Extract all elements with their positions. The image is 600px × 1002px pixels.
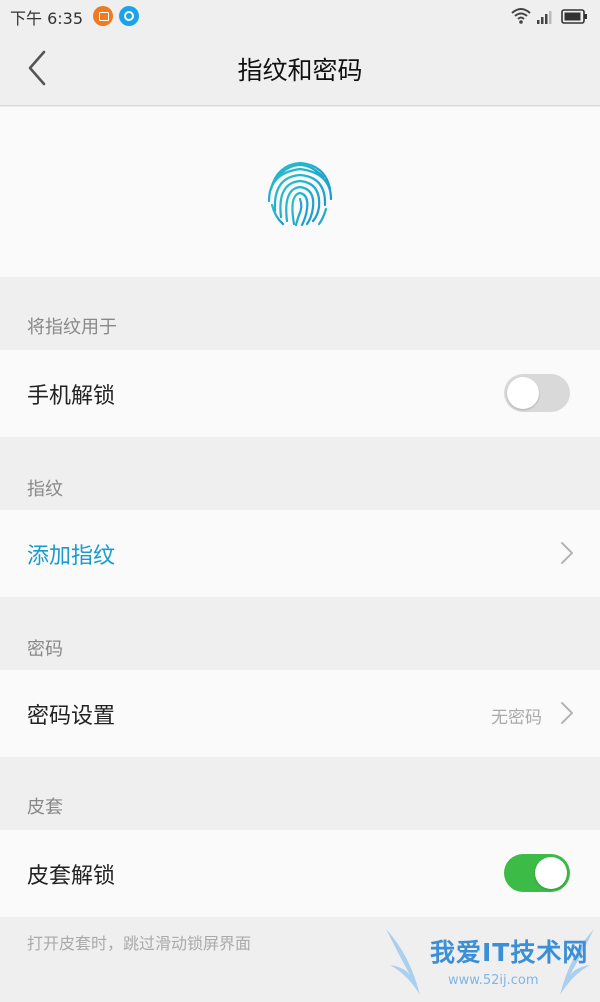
signal-icon	[537, 11, 552, 24]
cover-unlock-toggle[interactable]	[504, 854, 570, 892]
section-header-cover: 皮套	[0, 757, 600, 830]
toggle-knob	[535, 857, 567, 889]
watermark-url: www.52ij.com	[448, 973, 539, 988]
password-settings-title: 密码设置	[27, 704, 116, 729]
status-icons	[510, 6, 590, 30]
section-header-use-fingerprint: 将指纹用于	[0, 277, 600, 350]
watermark: 我爱IT技术网 www.52ij.com	[380, 925, 600, 1002]
phone-unlock-toggle[interactable]	[504, 374, 570, 412]
add-fingerprint-row[interactable]: 添加指纹	[0, 510, 600, 597]
battery-icon	[561, 9, 587, 24]
section-header-password: 密码	[0, 597, 600, 670]
page-title: 指纹和密码	[237, 56, 363, 85]
fingerprint-icon	[267, 161, 333, 227]
phone-unlock-row[interactable]: 手机解锁	[0, 350, 600, 437]
section-header-fingerprint: 指纹	[0, 437, 600, 510]
title-bar: 指纹和密码	[0, 32, 600, 106]
chevron-right-icon	[561, 542, 573, 564]
fingerprint-hero	[0, 107, 600, 277]
app-blue-icon	[119, 6, 139, 26]
cover-unlock-row[interactable]: 皮套解锁	[0, 830, 600, 917]
cover-unlock-note: 打开皮套时，跳过滑动锁屏界面	[27, 934, 252, 953]
password-status-value: 无密码	[491, 708, 542, 728]
add-fingerprint-label: 添加指纹	[27, 544, 116, 569]
app-orange-icon	[93, 6, 113, 26]
phone-unlock-label: 手机解锁	[27, 384, 116, 409]
password-settings-row[interactable]: 无密码 密码设置 无密码	[0, 670, 600, 757]
toggle-knob	[507, 377, 539, 409]
status-bar: 下午 6:35	[0, 0, 600, 32]
chevron-right-icon	[561, 702, 573, 724]
cover-unlock-label: 皮套解锁	[27, 864, 116, 889]
watermark-text: 我爱IT技术网	[430, 938, 589, 967]
wifi-icon	[511, 8, 531, 24]
status-time: 下午 6:35	[10, 9, 84, 28]
